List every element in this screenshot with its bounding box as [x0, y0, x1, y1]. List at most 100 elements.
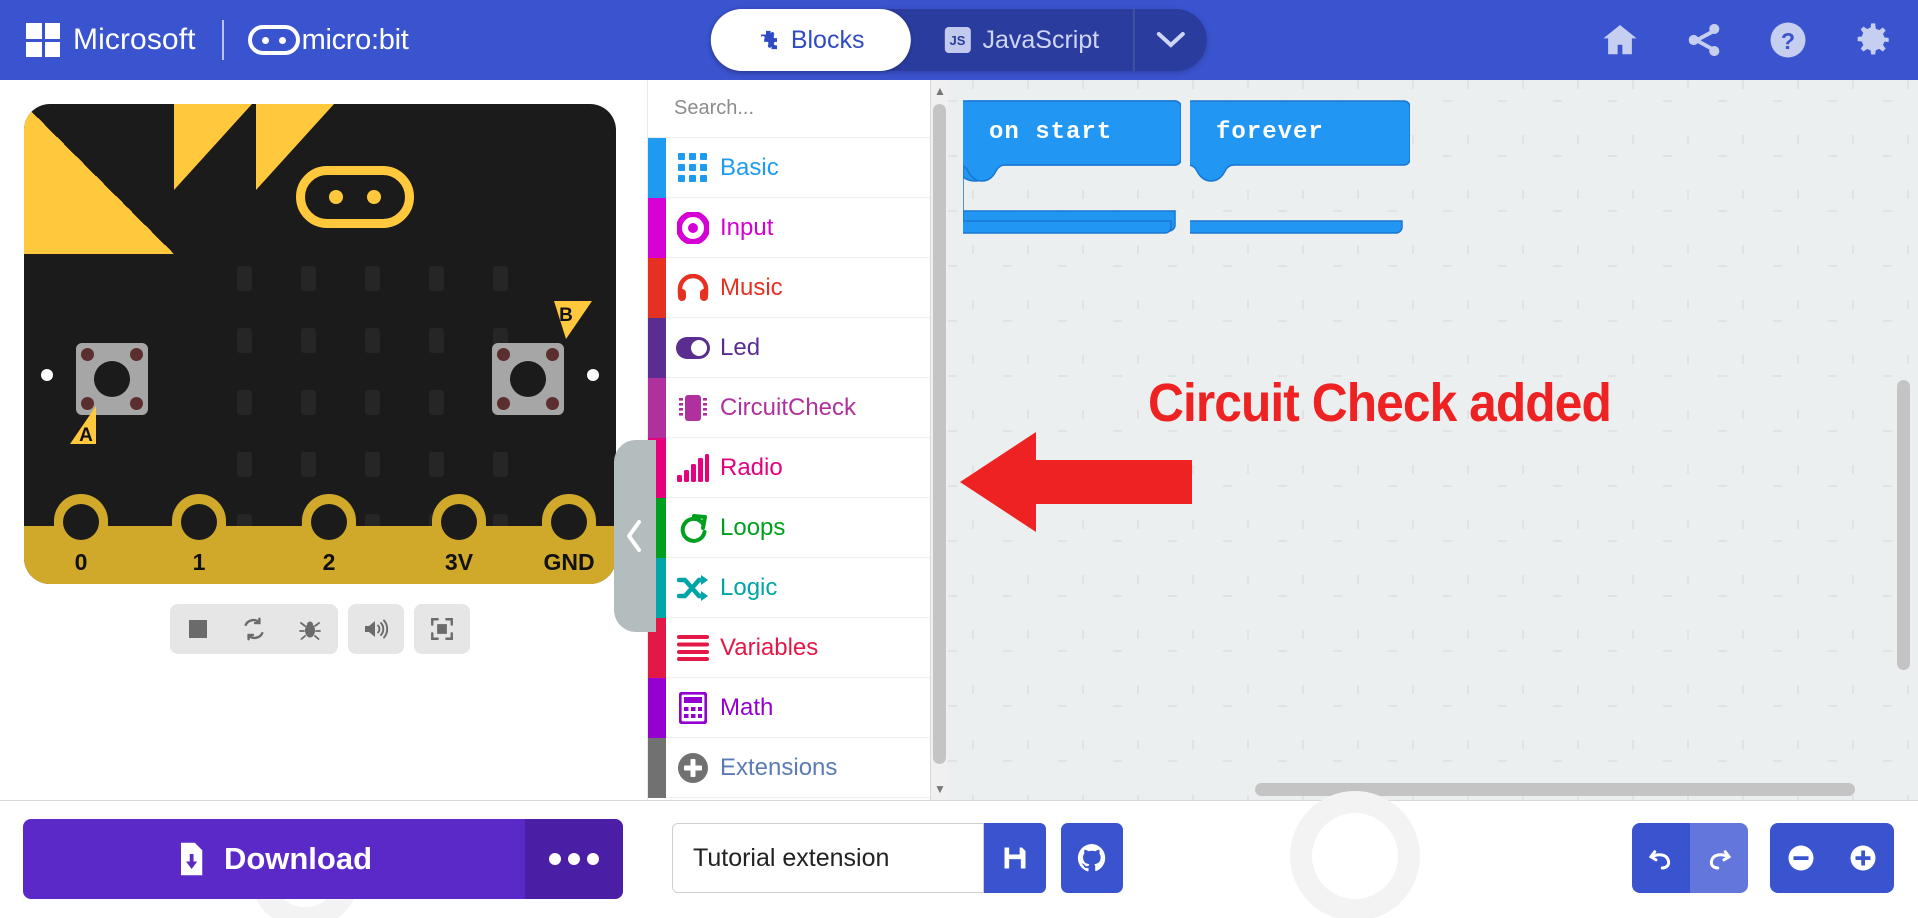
toolbox-category-loops[interactable]: Loops [648, 497, 947, 558]
project-name-input[interactable] [672, 823, 984, 893]
category-color-stripe [648, 138, 666, 198]
bottom-toolbar: Download [0, 791, 1918, 918]
grid-icon [666, 152, 720, 183]
simulator-controls [0, 604, 640, 654]
app-header: Microsoft micro:bit Blocks JS JavaScript… [0, 0, 1918, 80]
microsoft-logo-icon [26, 23, 60, 57]
button-b-label: B [554, 301, 592, 339]
plus-circle-icon [1850, 845, 1876, 871]
toolbox-category-music[interactable]: Music [648, 257, 947, 318]
pin-1[interactable]: 1 [172, 494, 226, 584]
makecode-editor: Microsoft micro:bit Blocks JS JavaScript… [0, 0, 1918, 918]
sim-control-group-sound [348, 604, 404, 654]
toolbox-category-circuitcheck[interactable]: CircuitCheck [648, 377, 947, 438]
toolbox-category-variables[interactable]: Variables [648, 617, 947, 678]
save-button[interactable] [984, 823, 1046, 893]
block-forever[interactable]: forever [1190, 97, 1410, 237]
fullscreen-button[interactable] [414, 604, 470, 654]
chip-icon [666, 392, 720, 424]
svg-text:B: B [559, 305, 573, 326]
toolbox-category-radio[interactable]: Radio [648, 437, 947, 498]
redo-button[interactable] [1690, 823, 1748, 893]
toolbox-category-extensions[interactable]: Extensions [648, 737, 947, 798]
toolbox-search[interactable] [648, 80, 947, 138]
stop-button[interactable] [170, 604, 226, 654]
project-row [672, 823, 1123, 893]
puzzle-icon [761, 30, 777, 50]
settings-icon[interactable] [1850, 18, 1894, 62]
tab-blocks[interactable]: Blocks [710, 9, 911, 71]
github-button[interactable] [1061, 823, 1123, 893]
download-label: Download [223, 841, 373, 876]
pin-3v[interactable]: 3V [432, 494, 486, 584]
block-on-start[interactable]: on start [963, 97, 1181, 237]
toolbox-category-led[interactable]: Led [648, 317, 947, 378]
brand: Microsoft micro:bit [0, 20, 409, 60]
left-arrow-icon [960, 432, 1192, 532]
brand-divider [221, 20, 224, 60]
board-dot-right [587, 369, 599, 381]
category-label: Radio [720, 453, 783, 481]
toggle-icon [666, 336, 720, 359]
download-more-button[interactable] [525, 819, 623, 899]
toolbox-category-logic[interactable]: Logic [648, 557, 947, 618]
share-icon[interactable] [1682, 18, 1726, 62]
headphones-icon [666, 273, 720, 302]
download-button[interactable]: Download [23, 819, 623, 899]
editor-tabs: Blocks JS JavaScript [710, 0, 1208, 80]
chevron-left-icon [627, 520, 641, 552]
category-label: Extensions [720, 753, 838, 781]
blocks-workspace[interactable]: on start forever [948, 80, 1918, 800]
tab-javascript-label: JavaScript [982, 25, 1100, 54]
undo-button[interactable] [1632, 823, 1690, 893]
floppy-save-icon [1004, 847, 1026, 869]
workspace-tools [1632, 823, 1894, 893]
block-on-start-label: on start [989, 119, 1113, 146]
toolbox-category-math[interactable]: Math [648, 677, 947, 738]
button-b[interactable] [492, 343, 564, 415]
category-color-stripe [648, 257, 666, 318]
annotation-text: Circuit Check added [1148, 373, 1612, 433]
microbit-board[interactable]: A B 0 1 2 3V GND [24, 104, 616, 584]
lines-icon [666, 634, 720, 661]
tab-blocks-label: Blocks [790, 25, 865, 54]
category-label: CircuitCheck [720, 393, 857, 421]
workspace-vscrollbar[interactable] [1897, 380, 1910, 670]
plus-circle-icon [666, 752, 720, 784]
help-icon[interactable]: ? [1766, 18, 1810, 62]
toolbox-scrollbar[interactable]: ▲ ▼ [930, 80, 948, 800]
restart-button[interactable] [226, 604, 282, 654]
debug-button[interactable] [282, 604, 338, 654]
zoom-in-button[interactable] [1832, 823, 1894, 893]
microsoft-wordmark: Microsoft [73, 23, 196, 56]
pin-0[interactable]: 0 [54, 494, 108, 584]
category-label: Variables [720, 633, 819, 661]
tab-javascript[interactable]: JS JavaScript [910, 9, 1133, 71]
pin-2[interactable]: 2 [302, 494, 356, 584]
undo-icon [1648, 850, 1671, 870]
toolbox: Basic Input Music Led CircuitCheck Radio… [648, 80, 948, 800]
zoom-out-button[interactable] [1770, 823, 1832, 893]
header-actions: ? [1598, 0, 1894, 80]
home-icon[interactable] [1598, 18, 1642, 62]
download-main[interactable]: Download [23, 819, 525, 899]
category-color-stripe [648, 317, 666, 378]
toolbox-collapse-handle[interactable] [614, 440, 656, 632]
sim-control-group-view [414, 604, 470, 654]
toolbox-category-basic[interactable]: Basic [648, 138, 947, 198]
chevron-down-icon[interactable] [1133, 9, 1207, 71]
microbit-face-icon [247, 25, 300, 55]
mute-button[interactable] [348, 604, 404, 654]
github-icon [1077, 843, 1106, 872]
signal-icon [666, 453, 720, 482]
toolbox-category-input[interactable]: Input [648, 197, 947, 258]
button-a-label: A [70, 406, 96, 446]
pin-gnd[interactable]: GND [542, 494, 596, 584]
loop-icon [666, 512, 720, 544]
microbit-wordmark: micro:bit [301, 23, 409, 56]
category-label: Music [720, 273, 783, 301]
category-label: Math [720, 693, 774, 721]
search-input[interactable] [674, 97, 939, 120]
board-dot-left [41, 369, 53, 381]
minus-circle-icon [1788, 845, 1814, 871]
